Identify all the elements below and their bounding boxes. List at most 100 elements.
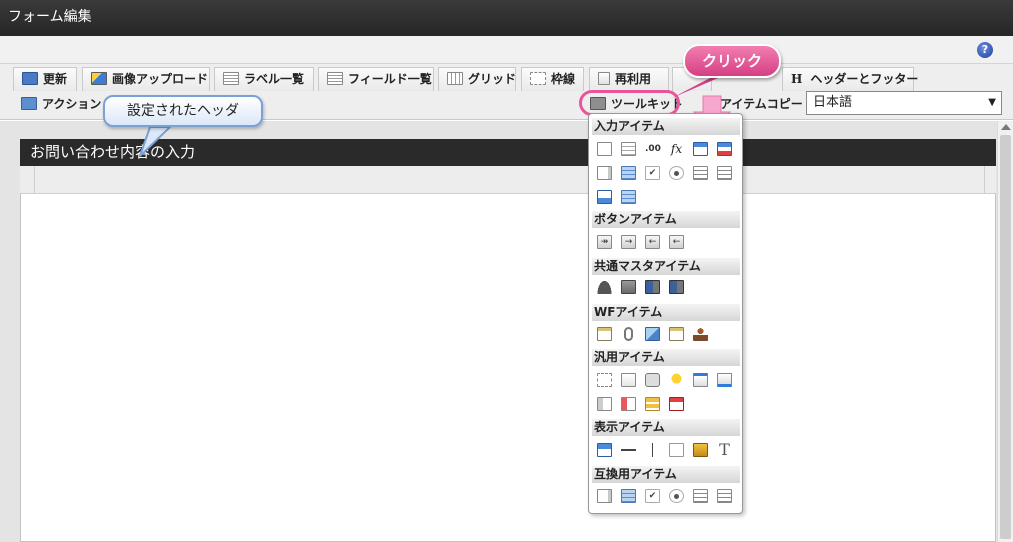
toolkit-section-wf: WFアイテム xyxy=(592,304,740,321)
grid-table-icon[interactable] xyxy=(621,190,636,204)
border-icon xyxy=(530,72,546,85)
image-upload-icon xyxy=(91,72,107,85)
datetime-icon[interactable] xyxy=(717,142,732,156)
listbox2-icon[interactable] xyxy=(717,489,732,503)
scrollbar[interactable] xyxy=(997,121,1013,542)
field-list-icon xyxy=(327,72,343,85)
stamp-icon[interactable] xyxy=(693,327,708,341)
table-icon[interactable] xyxy=(621,489,636,503)
language-selected-value: 日本語 xyxy=(813,95,853,110)
header-footer-label: ヘッダーとフッター xyxy=(810,72,919,86)
radio-icon[interactable] xyxy=(669,166,684,180)
checkbox-icon[interactable]: ✔ xyxy=(645,166,660,180)
form-header-row[interactable] xyxy=(20,166,996,194)
camera-icon[interactable] xyxy=(645,373,660,387)
help-icon[interactable]: ? xyxy=(977,42,993,58)
callout-click: クリック xyxy=(683,44,781,78)
submit-button-icon[interactable]: ↠ xyxy=(597,235,612,249)
grid-button[interactable]: グリッド xyxy=(438,67,516,91)
action-settings-button[interactable]: アクション xyxy=(13,93,113,117)
dashed-box-icon[interactable] xyxy=(597,373,612,387)
grid-icon xyxy=(447,72,463,85)
label-icon[interactable] xyxy=(597,443,612,457)
formula-icon[interactable]: fx xyxy=(669,142,684,156)
toolkit-section-display: 表示アイテム xyxy=(592,419,740,436)
listbox-icon[interactable] xyxy=(693,166,708,180)
action-label: アクション xyxy=(42,97,102,111)
listbox2-icon[interactable] xyxy=(717,166,732,180)
header-footer-icon: H xyxy=(791,72,803,86)
image-upload-button[interactable]: 画像アップロード xyxy=(82,67,210,91)
label-list-label: ラベル一覧 xyxy=(244,72,305,86)
table-icon[interactable] xyxy=(621,166,636,180)
toolkit-section-button: ボタンアイテム xyxy=(592,211,740,228)
form-row-cell[interactable] xyxy=(35,166,985,194)
label-list-button[interactable]: ラベル一覧 xyxy=(214,67,314,91)
user-icon[interactable] xyxy=(597,280,612,294)
vertical-line-icon[interactable] xyxy=(645,443,660,457)
toolkit-panel: 入力アイテム .00 fx ✔ ボタンアイテム ↠ → ← ← 共通マスタアイテ… xyxy=(588,113,743,514)
image-upload-label: 画像アップロード xyxy=(112,72,209,86)
form-header[interactable]: お問い合わせ内容の入力 xyxy=(20,139,996,166)
date-icon[interactable] xyxy=(693,142,708,156)
toolkit-section-compat: 互換用アイテム xyxy=(592,466,740,483)
form-area[interactable] xyxy=(20,139,996,542)
picture-icon[interactable] xyxy=(693,443,708,457)
panel-icon[interactable] xyxy=(597,397,612,411)
update-icon xyxy=(22,72,38,85)
update-button[interactable]: 更新 xyxy=(13,67,77,91)
number-icon[interactable]: .00 xyxy=(645,142,661,156)
file-upload-icon[interactable] xyxy=(597,190,612,204)
reuse-label: 再利用 xyxy=(615,72,652,86)
tree-icon[interactable] xyxy=(645,397,660,411)
field-list-label: フィールド一覧 xyxy=(348,72,432,86)
label-list-icon xyxy=(223,72,239,85)
header-footer-button[interactable]: H ヘッダーとフッター xyxy=(782,67,918,91)
download-file-icon[interactable] xyxy=(717,373,732,387)
callout-header-set: 設定されたヘッダ xyxy=(103,95,263,127)
border-label: 枠線 xyxy=(551,72,576,86)
reuse-icon xyxy=(598,72,610,85)
grid-label: グリッド xyxy=(468,72,517,86)
toolkit-section-master: 共通マスタアイテム xyxy=(592,258,740,275)
textbox-icon[interactable] xyxy=(597,142,612,156)
reuse-button[interactable]: 再利用 xyxy=(589,67,669,91)
border-button[interactable]: 枠線 xyxy=(521,67,584,91)
radio-icon[interactable] xyxy=(669,489,684,503)
company-icon[interactable] xyxy=(621,280,636,294)
chevron-down-icon: ▼ xyxy=(988,97,996,108)
bulb-icon[interactable] xyxy=(669,373,684,387)
form-row-cell[interactable] xyxy=(20,166,35,194)
organization-icon[interactable] xyxy=(645,280,660,294)
clipboard-icon[interactable] xyxy=(597,327,612,341)
back-button-icon[interactable]: ← xyxy=(645,235,660,249)
image-icon[interactable] xyxy=(645,327,660,341)
select-icon[interactable] xyxy=(597,166,612,180)
text-T-icon[interactable]: T xyxy=(717,442,732,458)
select-icon[interactable] xyxy=(597,489,612,503)
scroll-up-arrow[interactable] xyxy=(1001,124,1011,130)
next-button-icon[interactable]: → xyxy=(621,235,636,249)
card-icon[interactable] xyxy=(621,397,636,411)
organization2-icon[interactable] xyxy=(669,280,684,294)
upload-file-icon[interactable] xyxy=(693,373,708,387)
help-bar: ? xyxy=(0,36,1013,64)
horizontal-line-icon[interactable] xyxy=(621,443,636,457)
action-icon xyxy=(21,97,37,110)
window-title: フォーム編集 xyxy=(0,0,1013,36)
listbox-icon[interactable] xyxy=(693,489,708,503)
scroll-thumb[interactable] xyxy=(1000,135,1011,539)
calendar-icon[interactable] xyxy=(669,397,684,411)
language-select[interactable]: 日本語 ▼ xyxy=(806,91,1002,115)
toolkit-section-general: 汎用アイテム xyxy=(592,349,740,366)
attach-icon[interactable] xyxy=(624,327,633,341)
box-icon[interactable] xyxy=(669,443,684,457)
back2-button-icon[interactable]: ← xyxy=(669,235,684,249)
history-icon[interactable] xyxy=(669,327,684,341)
item-copy-label: アイテムコピー xyxy=(720,97,803,111)
checkbox-icon[interactable]: ✔ xyxy=(645,489,660,503)
update-label: 更新 xyxy=(43,72,68,86)
document-icon[interactable] xyxy=(621,373,636,387)
field-list-button[interactable]: フィールド一覧 xyxy=(318,67,434,91)
textarea-icon[interactable] xyxy=(621,142,636,156)
